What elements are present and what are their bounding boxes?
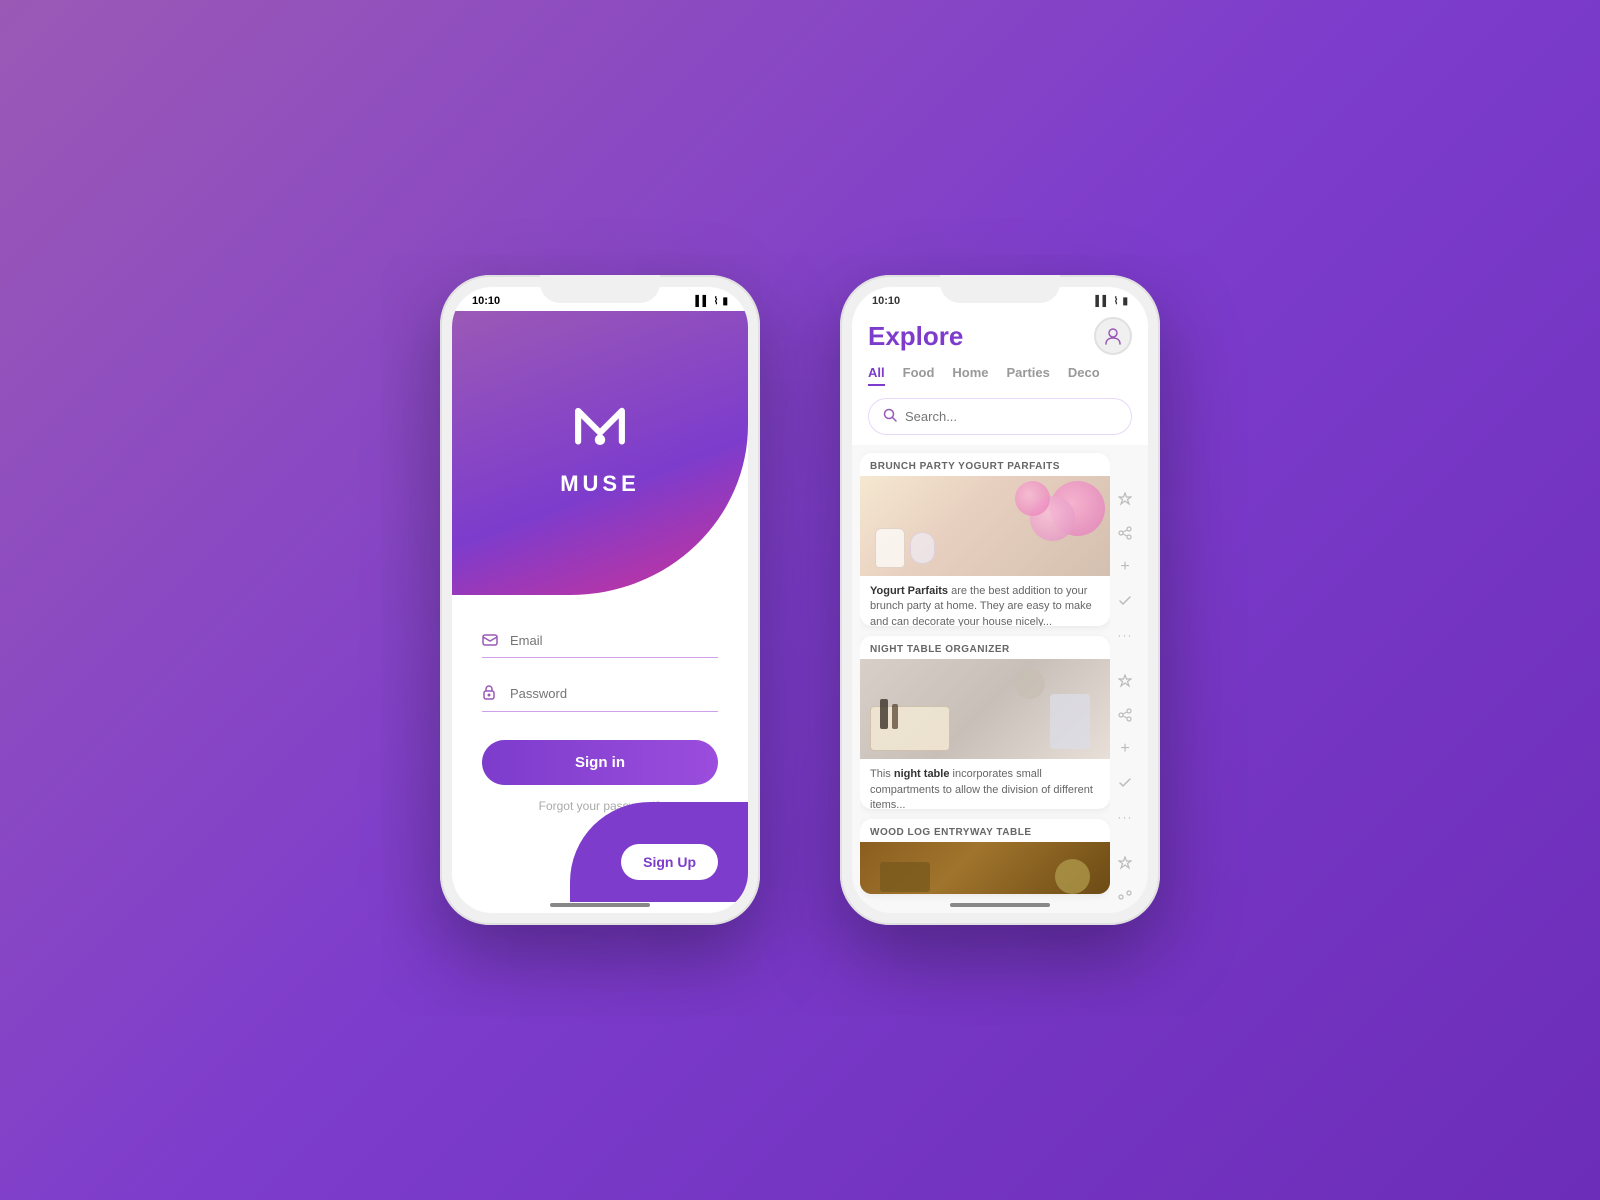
explore-header: Explore All Food Home Parties Deco [852, 311, 1148, 398]
login-phone: 10:10 ▌▌ ⌇ ▮ MUSE [440, 275, 760, 925]
explore-title-row: Explore [868, 311, 1132, 365]
muse-logo-icon [565, 389, 635, 459]
password-field[interactable] [510, 686, 718, 701]
cards-list: BRUNCH PARTY YOGURT PARFAITS Yogurt Parf… [860, 445, 1110, 902]
search-wrapper [852, 398, 1148, 445]
explore-phone: 10:10 ▌▌ ⌇ ▮ Explore [840, 275, 1160, 925]
category-food[interactable]: Food [903, 365, 935, 386]
category-home[interactable]: Home [952, 365, 988, 386]
battery-icon: ▮ [722, 296, 728, 307]
lock-icon [482, 684, 500, 703]
login-status-icons: ▌▌ ⌇ ▮ [695, 296, 728, 307]
star-button-2[interactable] [1111, 667, 1139, 695]
signup-button[interactable]: Sign Up [621, 844, 718, 880]
email-field[interactable] [510, 633, 718, 648]
explore-time: 10:10 [872, 295, 900, 307]
search-bar [868, 398, 1132, 435]
search-icon [883, 408, 897, 425]
side-actions: + ··· + [1110, 445, 1140, 902]
login-content: MUSE [452, 311, 748, 902]
explore-body: BRUNCH PARTY YOGURT PARFAITS Yogurt Parf… [852, 445, 1148, 902]
login-header: MUSE [452, 311, 748, 595]
check-button-1[interactable] [1111, 587, 1139, 615]
wifi-icon: ⌇ [714, 296, 719, 307]
search-input[interactable] [905, 409, 1117, 424]
battery-icon: ▮ [1122, 296, 1128, 307]
card-title-yogurt: BRUNCH PARTY YOGURT PARFAITS [860, 453, 1110, 476]
card-title-nighttable: NIGHT TABLE ORGANIZER [860, 636, 1110, 659]
page-title: Explore [868, 321, 963, 352]
app-title: MUSE [560, 471, 640, 497]
share-button-2[interactable] [1111, 701, 1139, 729]
email-icon [482, 633, 500, 649]
card-woodlog: WOOD LOG ENTRYWAY TABLE [860, 819, 1110, 894]
card-desc-nighttable: This night table incorporates small comp… [860, 759, 1110, 809]
password-input-group [482, 676, 718, 712]
explore-status-icons: ▌▌ ⌇ ▮ [1095, 296, 1128, 307]
explore-content: Explore All Food Home Parties Deco [852, 311, 1148, 902]
card2-actions: + ··· [1111, 667, 1139, 831]
wifi-icon: ⌇ [1114, 296, 1119, 307]
check-button-2[interactable] [1111, 769, 1139, 797]
card-image-woodlog [860, 842, 1110, 894]
signal-icon: ▌▌ [1095, 296, 1109, 307]
category-deco[interactable]: Deco [1068, 365, 1100, 386]
home-indicator [550, 903, 650, 907]
more-button-1[interactable]: ··· [1111, 621, 1139, 649]
star-button-3[interactable] [1111, 849, 1139, 877]
category-all[interactable]: All [868, 365, 885, 386]
card-image-nighttable [860, 659, 1110, 759]
explore-notch [940, 275, 1060, 303]
category-parties[interactable]: Parties [1007, 365, 1050, 386]
share-button-3[interactable] [1111, 883, 1139, 902]
notch [540, 275, 660, 303]
more-button-2[interactable]: ··· [1111, 803, 1139, 831]
card3-actions [1111, 849, 1139, 902]
signal-icon: ▌▌ [695, 296, 709, 307]
card-nighttable: NIGHT TABLE ORGANIZER This night table i… [860, 636, 1110, 809]
login-time: 10:10 [472, 295, 500, 307]
add-button-2[interactable]: + [1111, 735, 1139, 763]
add-button-1[interactable]: + [1111, 553, 1139, 581]
category-tabs: All Food Home Parties Deco [868, 365, 1132, 398]
profile-button[interactable] [1094, 317, 1132, 355]
card1-actions: + ··· [1111, 485, 1139, 649]
share-button-1[interactable] [1111, 519, 1139, 547]
email-input-group [482, 625, 718, 658]
card-desc-yogurt: Yogurt Parfaits are the best addition to… [860, 576, 1110, 626]
home-indicator-explore [950, 903, 1050, 907]
card-image-yogurt [860, 476, 1110, 576]
signin-button[interactable]: Sign in [482, 740, 718, 785]
card-title-woodlog: WOOD LOG ENTRYWAY TABLE [860, 819, 1110, 842]
card-yogurt: BRUNCH PARTY YOGURT PARFAITS Yogurt Parf… [860, 453, 1110, 626]
star-button-1[interactable] [1111, 485, 1139, 513]
